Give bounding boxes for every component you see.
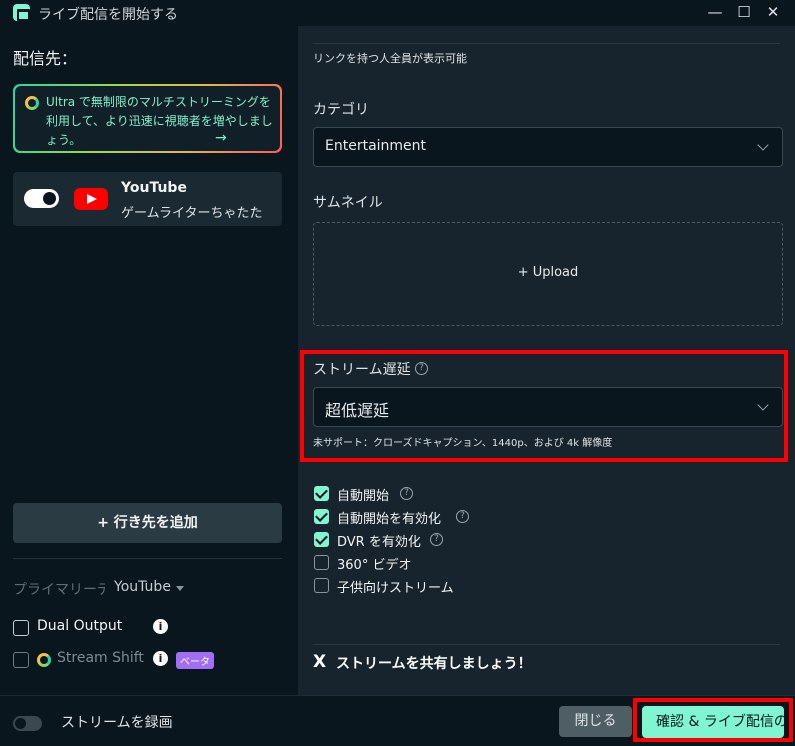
add-destination-button[interactable]: + 行き先を追加 bbox=[13, 503, 282, 543]
category-select[interactable]: Entertainment bbox=[313, 127, 783, 167]
share-stream-link[interactable]: ストリームを共有しましょう！ bbox=[336, 653, 532, 673]
auto-start-label: 自動開始 bbox=[337, 489, 390, 504]
stream-shift-checkbox[interactable] bbox=[13, 652, 29, 668]
caret-down-icon[interactable] bbox=[176, 586, 184, 591]
thumbnail-upload-area[interactable]: + Upload bbox=[313, 222, 783, 326]
help-icon[interactable]: ? bbox=[430, 533, 443, 546]
x-logo-icon: X bbox=[313, 652, 327, 672]
minimize-button[interactable]: — bbox=[704, 2, 726, 22]
help-icon[interactable]: ? bbox=[415, 362, 428, 375]
visibility-note: リンクを持つ人全員が表示可能 bbox=[313, 52, 467, 65]
help-icon[interactable]: ? bbox=[456, 510, 469, 523]
record-stream-toggle[interactable] bbox=[13, 716, 42, 731]
360-video-label: 360° ビデオ bbox=[337, 558, 412, 573]
primary-destination-label: プライマリーデ bbox=[13, 582, 105, 598]
enable-auto-start-checkbox[interactable] bbox=[314, 509, 329, 524]
record-stream-label: ストリームを録画 bbox=[61, 715, 173, 731]
ultra-icon bbox=[25, 96, 39, 110]
enable-dvr-label: DVR を有効化 bbox=[337, 535, 421, 550]
youtube-icon bbox=[74, 188, 108, 210]
stream-latency-label: ストリーム遅延 bbox=[313, 362, 411, 378]
latency-note: 未サポート：クローズドキャプション、1440p、および 4k 解像度 bbox=[313, 438, 613, 449]
upload-label: + Upload bbox=[517, 265, 579, 280]
info-icon[interactable]: i bbox=[153, 651, 168, 666]
latency-value: 超低遅延 bbox=[325, 401, 390, 420]
made-for-kids-checkbox[interactable] bbox=[314, 578, 329, 593]
app-icon bbox=[13, 4, 30, 21]
360-video-checkbox[interactable] bbox=[314, 555, 329, 570]
title-bar: ライブ配信を開始する — ☐ ✕ bbox=[0, 0, 795, 26]
help-icon[interactable]: ? bbox=[400, 487, 413, 500]
thumbnail-label: サムネイル bbox=[313, 195, 383, 211]
close-button[interactable]: 閉じる bbox=[559, 706, 632, 737]
stream-shift-icon bbox=[37, 653, 51, 667]
stream-shift-label: Stream Shift bbox=[57, 650, 144, 666]
divider bbox=[13, 558, 282, 559]
latency-select[interactable]: 超低遅延 bbox=[313, 387, 783, 427]
destination-youtube: YouTube ゲームライターちゃたた bbox=[13, 172, 282, 226]
youtube-toggle[interactable] bbox=[24, 189, 59, 208]
ultra-promo-text: Ultra で無制限のマルチストリーミングを利用して、より迅速に視聴者を増やしま… bbox=[46, 95, 273, 147]
enable-dvr-checkbox[interactable] bbox=[314, 532, 329, 547]
ultra-promo[interactable]: Ultra で無制限のマルチストリーミングを利用して、より迅速に視聴者を増やしま… bbox=[13, 84, 282, 153]
maximize-button[interactable]: ☐ bbox=[733, 2, 755, 22]
divider bbox=[313, 644, 780, 645]
highlight-box bbox=[633, 698, 793, 742]
beta-badge: ベータ bbox=[176, 652, 214, 669]
enable-auto-start-label: 自動開始を有効化 bbox=[337, 512, 442, 527]
divider bbox=[313, 43, 780, 44]
footer-bar: ストリームを録画 閉じる 確認 & ライブ配信の bbox=[0, 695, 795, 746]
destinations-title: 配信先： bbox=[13, 49, 78, 68]
arrow-right-icon[interactable]: → bbox=[215, 130, 227, 146]
destinations-panel: 配信先： Ultra で無制限のマルチストリーミングを利用して、より迅速に視聴者… bbox=[0, 26, 298, 695]
dual-output-label: Dual Output bbox=[37, 618, 123, 634]
chevron-down-icon bbox=[757, 399, 769, 411]
made-for-kids-label: 子供向けストリーム bbox=[337, 581, 454, 596]
destination-name: YouTube bbox=[121, 180, 187, 196]
window-title: ライブ配信を開始する bbox=[38, 7, 178, 23]
category-label: カテゴリ bbox=[313, 102, 369, 118]
primary-destination-select[interactable]: YouTube bbox=[114, 579, 171, 595]
info-icon[interactable]: i bbox=[153, 619, 168, 634]
dual-output-checkbox[interactable] bbox=[13, 620, 29, 636]
settings-panel: リンクを持つ人全員が表示可能 カテゴリ Entertainment サムネイル … bbox=[298, 26, 795, 695]
close-window-button[interactable]: ✕ bbox=[762, 2, 784, 22]
auto-start-checkbox[interactable] bbox=[314, 486, 329, 501]
category-value: Entertainment bbox=[325, 138, 427, 154]
destination-account: ゲームライターちゃたた bbox=[121, 206, 263, 221]
chevron-down-icon bbox=[757, 139, 769, 151]
